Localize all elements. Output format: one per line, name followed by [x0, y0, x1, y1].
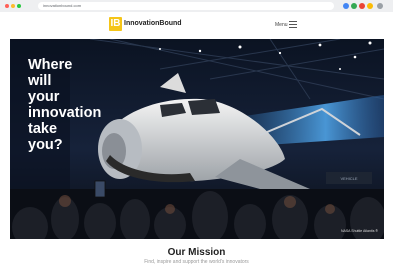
photo-caption: NASA Shuttle Atlantis ®	[340, 229, 378, 233]
mission-subtitle: Find, inspire and support the world's in…	[144, 259, 249, 265]
hero-title-line: innovation	[28, 105, 102, 121]
mission-title: Our Mission	[167, 247, 226, 258]
hero-title-line: Where	[28, 57, 73, 73]
hero-title: Where will your innovation take you?	[28, 57, 148, 153]
hero-section: VEHICLE Where will your innovation take	[10, 39, 384, 239]
svg-text:VEHICLE: VEHICLE	[340, 176, 357, 181]
extension-icon[interactable]	[367, 3, 373, 9]
maximize-window-icon[interactable]	[17, 4, 21, 8]
logo-text[interactable]: InnovationBound	[124, 20, 182, 27]
profile-avatar[interactable]	[377, 3, 383, 9]
menu-label[interactable]: Menu	[275, 22, 288, 28]
url-text: innovationbound.com	[43, 3, 82, 8]
minimize-window-icon[interactable]	[11, 4, 15, 8]
hamburger-menu-icon[interactable]	[289, 21, 297, 28]
site-header: IB InnovationBound Menu	[0, 12, 393, 39]
hero-title-line: you?	[28, 137, 63, 153]
hero-title-line: will	[28, 73, 52, 89]
hero-title-line: take	[28, 121, 58, 137]
logo-mark[interactable]: IB	[109, 17, 122, 31]
extension-icon[interactable]	[351, 3, 357, 9]
extension-icon[interactable]	[359, 3, 365, 9]
close-window-icon[interactable]	[5, 4, 9, 8]
hero-title-line: your	[28, 89, 60, 105]
extension-icon[interactable]	[343, 3, 349, 9]
address-bar[interactable]: innovationbound.com	[38, 2, 334, 10]
